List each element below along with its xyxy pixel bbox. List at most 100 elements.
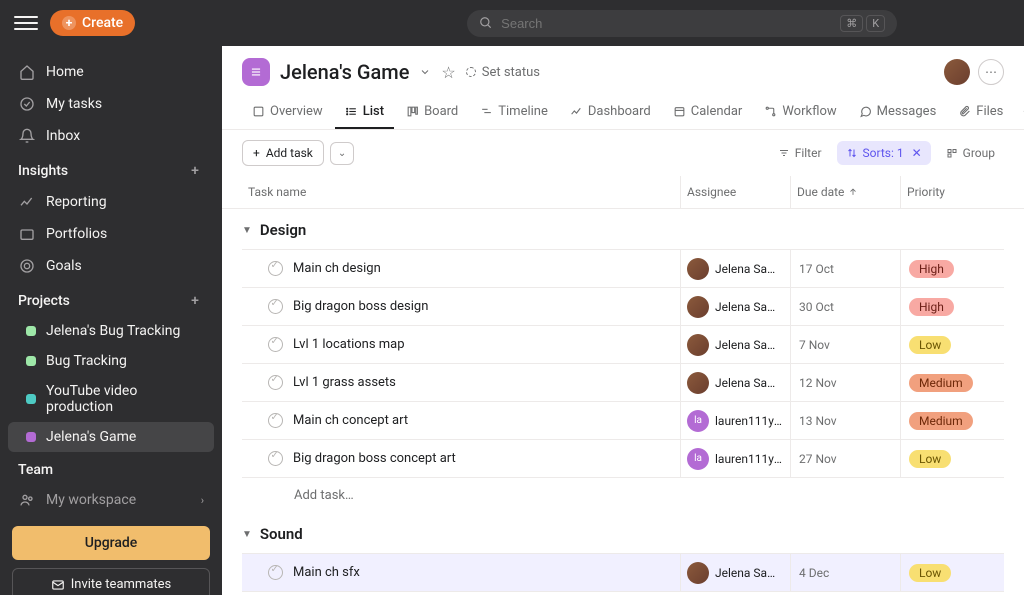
add-tab-button[interactable]: +	[1015, 99, 1024, 126]
sorts-button[interactable]: Sorts: 1 ✕	[837, 141, 931, 165]
sidebar-project-item[interactable]: Jelena's Game	[8, 422, 214, 452]
nav-reporting[interactable]: Reporting	[0, 186, 222, 218]
due-date-cell[interactable]: 17 Oct	[790, 250, 900, 287]
sidebar-project-item[interactable]: Jelena's Bug Tracking	[8, 316, 214, 346]
priority-cell[interactable]: Low	[900, 554, 1004, 591]
complete-checkbox[interactable]	[268, 337, 283, 352]
due-date-cell[interactable]: 30 Oct	[790, 288, 900, 325]
title-dropdown-icon[interactable]	[419, 66, 431, 78]
more-button[interactable]: ⋯	[978, 59, 1004, 85]
assignee-cell[interactable]: Jelena Sam…	[680, 288, 790, 325]
nav-workspace[interactable]: My workspace ›	[0, 484, 222, 516]
tab-workflow[interactable]: Workflow	[754, 96, 846, 129]
task-row[interactable]: Big dragon boss concept art lalauren111y…	[242, 439, 1004, 477]
task-row[interactable]: Lvl 1 grass assets Jelena Sam… 12 Nov Me…	[242, 363, 1004, 401]
complete-checkbox[interactable]	[268, 261, 283, 276]
assignee-cell[interactable]: lalauren111yo…	[680, 440, 790, 477]
menu-toggle-icon[interactable]	[14, 11, 38, 35]
due-date-cell[interactable]: 13 Nov	[790, 402, 900, 439]
avatar	[687, 296, 709, 318]
section-header[interactable]: ▼Sound	[242, 513, 1004, 553]
group-button[interactable]: Group	[937, 141, 1004, 165]
avatar	[687, 334, 709, 356]
invite-button[interactable]: Invite teammates	[12, 568, 210, 595]
due-date-cell[interactable]: 12 Nov	[790, 364, 900, 401]
nav-inbox[interactable]: Inbox	[0, 120, 222, 152]
priority-cell[interactable]: Low	[900, 440, 1004, 477]
priority-cell[interactable]: Medium	[900, 364, 1004, 401]
task-row[interactable]: Main ch design Jelena Sam… 17 Oct High	[242, 249, 1004, 287]
tab-files[interactable]: Files	[948, 96, 1013, 129]
plus-icon[interactable]: +	[186, 162, 204, 180]
assignee-cell[interactable]: lalauren111yo…	[680, 402, 790, 439]
tab-overview[interactable]: Overview	[242, 96, 333, 129]
priority-badge: Low	[909, 450, 951, 468]
tab-timeline[interactable]: Timeline	[470, 96, 558, 129]
tab-calendar[interactable]: Calendar	[663, 96, 753, 129]
tab-dashboard[interactable]: Dashboard	[560, 96, 661, 129]
sidebar-insights-head[interactable]: Insights +	[0, 152, 222, 186]
assignee-name: Jelena Sam…	[715, 376, 784, 390]
task-row[interactable]: Main ch concept art lalauren111yo… 13 No…	[242, 401, 1004, 439]
upgrade-button[interactable]: Upgrade	[12, 526, 210, 560]
sidebar-project-item[interactable]: Bug Tracking	[8, 346, 214, 376]
complete-checkbox[interactable]	[268, 565, 283, 580]
complete-checkbox[interactable]	[268, 451, 283, 466]
complete-checkbox[interactable]	[268, 413, 283, 428]
priority-cell[interactable]: High	[900, 288, 1004, 325]
priority-cell[interactable]: Low	[900, 326, 1004, 363]
task-row[interactable]: Main ch sfx Jelena Sam… 4 Dec Low	[242, 553, 1004, 592]
add-task-button[interactable]: + Add task	[242, 140, 324, 166]
section-header[interactable]: ▼Design	[242, 209, 1004, 249]
filter-button[interactable]: Filter	[769, 141, 831, 165]
toolbar: + Add task ⌄ Filter Sorts: 1 ✕	[222, 130, 1024, 176]
nav-portfolios[interactable]: Portfolios	[0, 218, 222, 250]
assignee-cell[interactable]: Jelena Sam…	[680, 250, 790, 287]
tab-list[interactable]: List	[335, 96, 394, 129]
due-date-cell[interactable]: 4 Dec	[790, 554, 900, 591]
col-task-name[interactable]: Task name	[242, 176, 680, 208]
assignee-cell[interactable]: Jelena Sam…	[680, 326, 790, 363]
priority-cell[interactable]: Medium	[900, 402, 1004, 439]
priority-badge: High	[909, 260, 954, 278]
search-box[interactable]: ⌘K	[467, 10, 897, 37]
plus-icon: +	[62, 16, 76, 30]
plus-icon[interactable]: +	[186, 292, 204, 310]
nav-my-tasks[interactable]: My tasks	[0, 88, 222, 120]
create-button[interactable]: + Create	[50, 10, 135, 36]
search-input[interactable]	[501, 16, 832, 31]
add-task-dropdown[interactable]: ⌄	[330, 142, 354, 165]
priority-cell[interactable]: High	[900, 250, 1004, 287]
col-priority[interactable]: Priority	[900, 176, 1004, 208]
tab-board[interactable]: Board	[396, 96, 468, 129]
board-icon	[406, 105, 419, 118]
set-status-button[interactable]: Set status	[466, 65, 540, 80]
sidebar-project-item[interactable]: YouTube video production	[8, 376, 214, 422]
task-row[interactable]: Lvl 1 locations map Jelena Sam… 7 Nov Lo…	[242, 325, 1004, 363]
task-row[interactable]: Big dragon boss design Jelena Sam… 30 Oc…	[242, 287, 1004, 325]
user-avatar[interactable]	[944, 59, 970, 85]
assignee-name: Jelena Sam…	[715, 566, 784, 580]
search-icon	[479, 16, 493, 30]
close-icon[interactable]: ✕	[912, 146, 922, 160]
nav-home[interactable]: Home	[0, 56, 222, 88]
due-date-cell[interactable]: 27 Nov	[790, 440, 900, 477]
tab-messages[interactable]: Messages	[849, 96, 947, 129]
priority-badge: Medium	[909, 374, 973, 392]
due-date-cell[interactable]: 7 Nov	[790, 326, 900, 363]
add-task-inline[interactable]: Add task…	[242, 477, 1004, 513]
star-icon[interactable]: ☆	[441, 63, 455, 82]
avatar	[687, 372, 709, 394]
assignee-cell[interactable]: Jelena Sam…	[680, 364, 790, 401]
avatar: la	[687, 410, 709, 432]
timeline-icon	[480, 105, 493, 118]
complete-checkbox[interactable]	[268, 375, 283, 390]
col-assignee[interactable]: Assignee	[680, 176, 790, 208]
complete-checkbox[interactable]	[268, 299, 283, 314]
sidebar-team-head[interactable]: Team	[0, 452, 222, 484]
sidebar-projects-head[interactable]: Projects +	[0, 282, 222, 316]
priority-badge: Medium	[909, 412, 973, 430]
nav-goals[interactable]: Goals	[0, 250, 222, 282]
col-due-date[interactable]: Due date	[790, 176, 900, 208]
assignee-cell[interactable]: Jelena Sam…	[680, 554, 790, 591]
